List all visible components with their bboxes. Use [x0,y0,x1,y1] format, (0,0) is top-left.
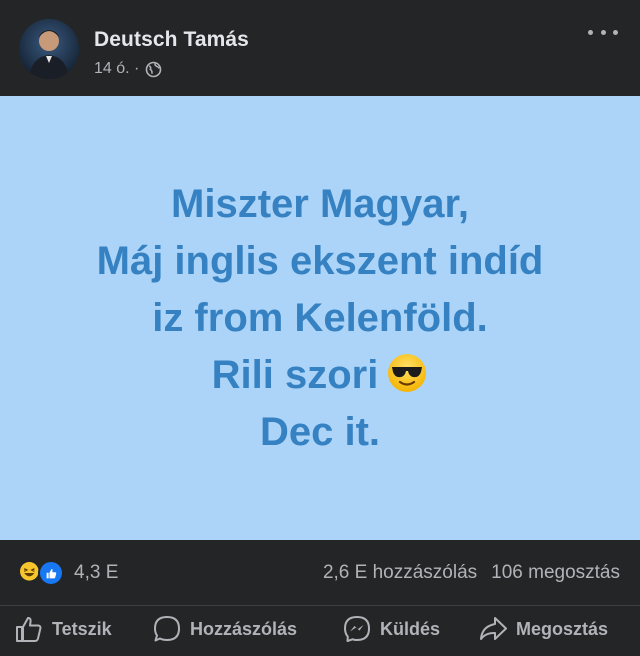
messenger-icon [344,616,370,642]
post-text-line-3: iz from Kelenföld. [152,295,488,340]
post-text-line-1: Miszter Magyar, [171,181,469,226]
like-label: Tetszik [52,618,112,639]
thumbs-up-icon [16,616,42,642]
post-time[interactable]: 14 ó. · [94,60,139,78]
post-text-line-2: Máj inglis ekszent indíd [96,238,544,283]
comment-bubble-icon [154,616,180,642]
send-button[interactable]: Küldés [342,614,440,644]
author-name[interactable]: Deutsch Tamás [94,28,249,52]
reaction-count: 4,3 E [74,562,119,583]
send-label: Küldés [380,618,441,639]
share-count[interactable]: 106 megosztás [491,562,620,584]
post-text-line-5: Dec it. [259,409,381,454]
share-arrow-icon [480,617,507,640]
post-header: Deutsch Tamás 14 ó. · [0,0,640,96]
share-label: Megosztás [516,618,609,639]
post-text-line-4-text: Rili szori [211,352,379,397]
post-meta: 14 ó. · [94,60,162,78]
post-content: Miszter Magyar, Máj inglis ekszent indíd… [0,96,640,540]
comment-label: Hozzászólás [190,618,298,639]
author-avatar[interactable] [19,19,79,79]
engagement-counts: 2,6 E hozzászólás 106 megosztás [323,562,620,584]
post-actions: Tetszik Hozzászólás Küldés Megosztás [0,606,640,656]
like-button[interactable]: Tetszik [14,614,112,644]
globe-icon [145,61,162,78]
share-button[interactable]: Megosztás [478,614,608,644]
more-dots-icon[interactable] [588,22,618,42]
post-text-line-4: Rili szori [212,347,429,404]
like-reaction-icon [38,560,64,586]
post-stats-bar: 4,3 E 2,6 E hozzászólás 106 megosztás [0,540,640,606]
reactions-summary[interactable]: 4,3 E [18,560,118,586]
comment-count[interactable]: 2,6 E hozzászólás [323,562,477,584]
sunglasses-emoji-icon [386,352,428,394]
comment-button[interactable]: Hozzászólás [152,614,297,644]
